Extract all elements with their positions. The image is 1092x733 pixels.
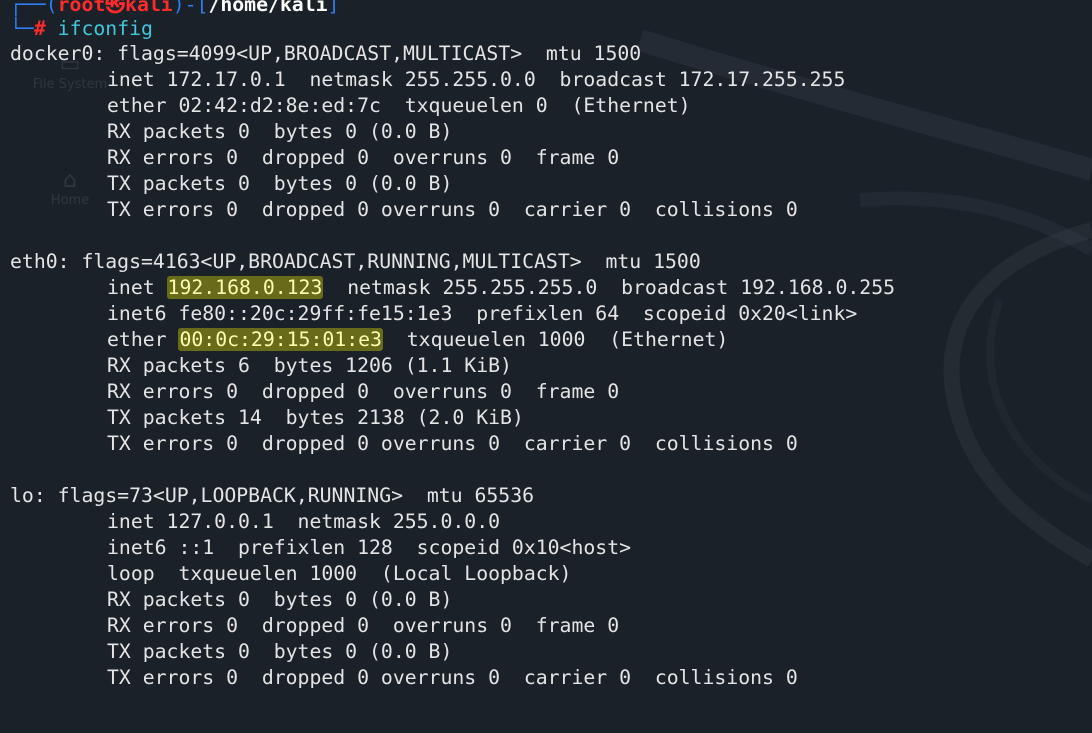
docker0-tx-packets: TX packets 0 bytes 0 (0.0 B) [107,172,453,195]
eth0-inet-label: inet [107,276,167,299]
prompt-close: ] [327,0,340,16]
lo-inet: inet 127.0.0.1 netmask 255.0.0.0 [107,510,501,533]
docker0-ether: ether 02:42:d2:8e:ed:7c txqueuelen 0 (Et… [107,94,691,117]
eth0-tx-packets: TX packets 14 bytes 2138 (2.0 KiB) [107,406,524,429]
eth0-inet6: inet6 fe80::20c:29ff:fe15:1e3 prefixlen … [107,302,858,325]
lo-rx-packets: RX packets 0 bytes 0 (0.0 B) [107,588,453,611]
iface-header-lo: lo: flags=73<UP,LOOPBACK,RUNNING> mtu 65… [10,484,535,507]
eth0-inet-rest: netmask 255.255.255.0 broadcast 192.168.… [323,276,896,299]
lo-tx-errors: TX errors 0 dropped 0 overruns 0 carrier… [107,666,798,689]
eth0-inet: inet 192.168.0.123 netmask 255.255.255.0… [10,275,1092,301]
eth0-ether: ether 00:0c:29:15:01:e3 txqueuelen 1000 … [10,327,1092,353]
prompt-cwd: /home/kali [208,0,328,16]
prompt-symbol: # [33,17,46,40]
docker0-rx-errors: RX errors 0 dropped 0 overruns 0 frame 0 [107,146,620,169]
terminal-output[interactable]: ┌──(root㉿kali)-[/home/kali] └─# ifconfig… [10,0,1092,733]
lo-rx-errors: RX errors 0 dropped 0 overruns 0 frame 0 [107,614,620,637]
iface-header-docker0: docker0: flags=4099<UP,BROADCAST,MULTICA… [10,42,642,65]
command-text: ifconfig [57,17,153,40]
eth0-rx-packets: RX packets 6 bytes 1206 (1.1 KiB) [107,354,512,377]
eth0-tx-errors: TX errors 0 dropped 0 overruns 0 carrier… [107,432,798,455]
docker0-tx-errors: TX errors 0 dropped 0 overruns 0 carrier… [107,198,798,221]
docker0-inet: inet 172.17.0.1 netmask 255.255.0.0 broa… [107,68,846,91]
docker0-rx-packets: RX packets 0 bytes 0 (0.0 B) [107,120,453,143]
shell-prompt: ┌──(root㉿kali)-[/home/kali] [10,0,1092,17]
eth0-ip-address-highlight: 192.168.0.123 [166,276,324,299]
eth0-mac-address-highlight: 00:0c:29:15:01:e3 [178,328,383,351]
eth0-rx-errors: RX errors 0 dropped 0 overruns 0 frame 0 [107,380,620,403]
prompt-corner: └─ [10,17,34,40]
command-line: └─# ifconfig [10,17,1092,41]
iface-header-eth0: eth0: flags=4163<UP,BROADCAST,RUNNING,MU… [10,250,701,273]
lo-inet6: inet6 ::1 prefixlen 128 scopeid 0x10<hos… [107,536,632,559]
eth0-ether-rest: txqueuelen 1000 (Ethernet) [382,328,729,351]
prompt-separator: )-[ [172,0,209,16]
prompt-bracket: ┌──( [10,0,58,16]
lo-tx-packets: TX packets 0 bytes 0 (0.0 B) [107,640,453,663]
prompt-user: root㉿kali [57,0,173,16]
lo-loop: loop txqueuelen 1000 (Local Loopback) [107,562,572,585]
eth0-ether-label: ether [107,328,179,351]
